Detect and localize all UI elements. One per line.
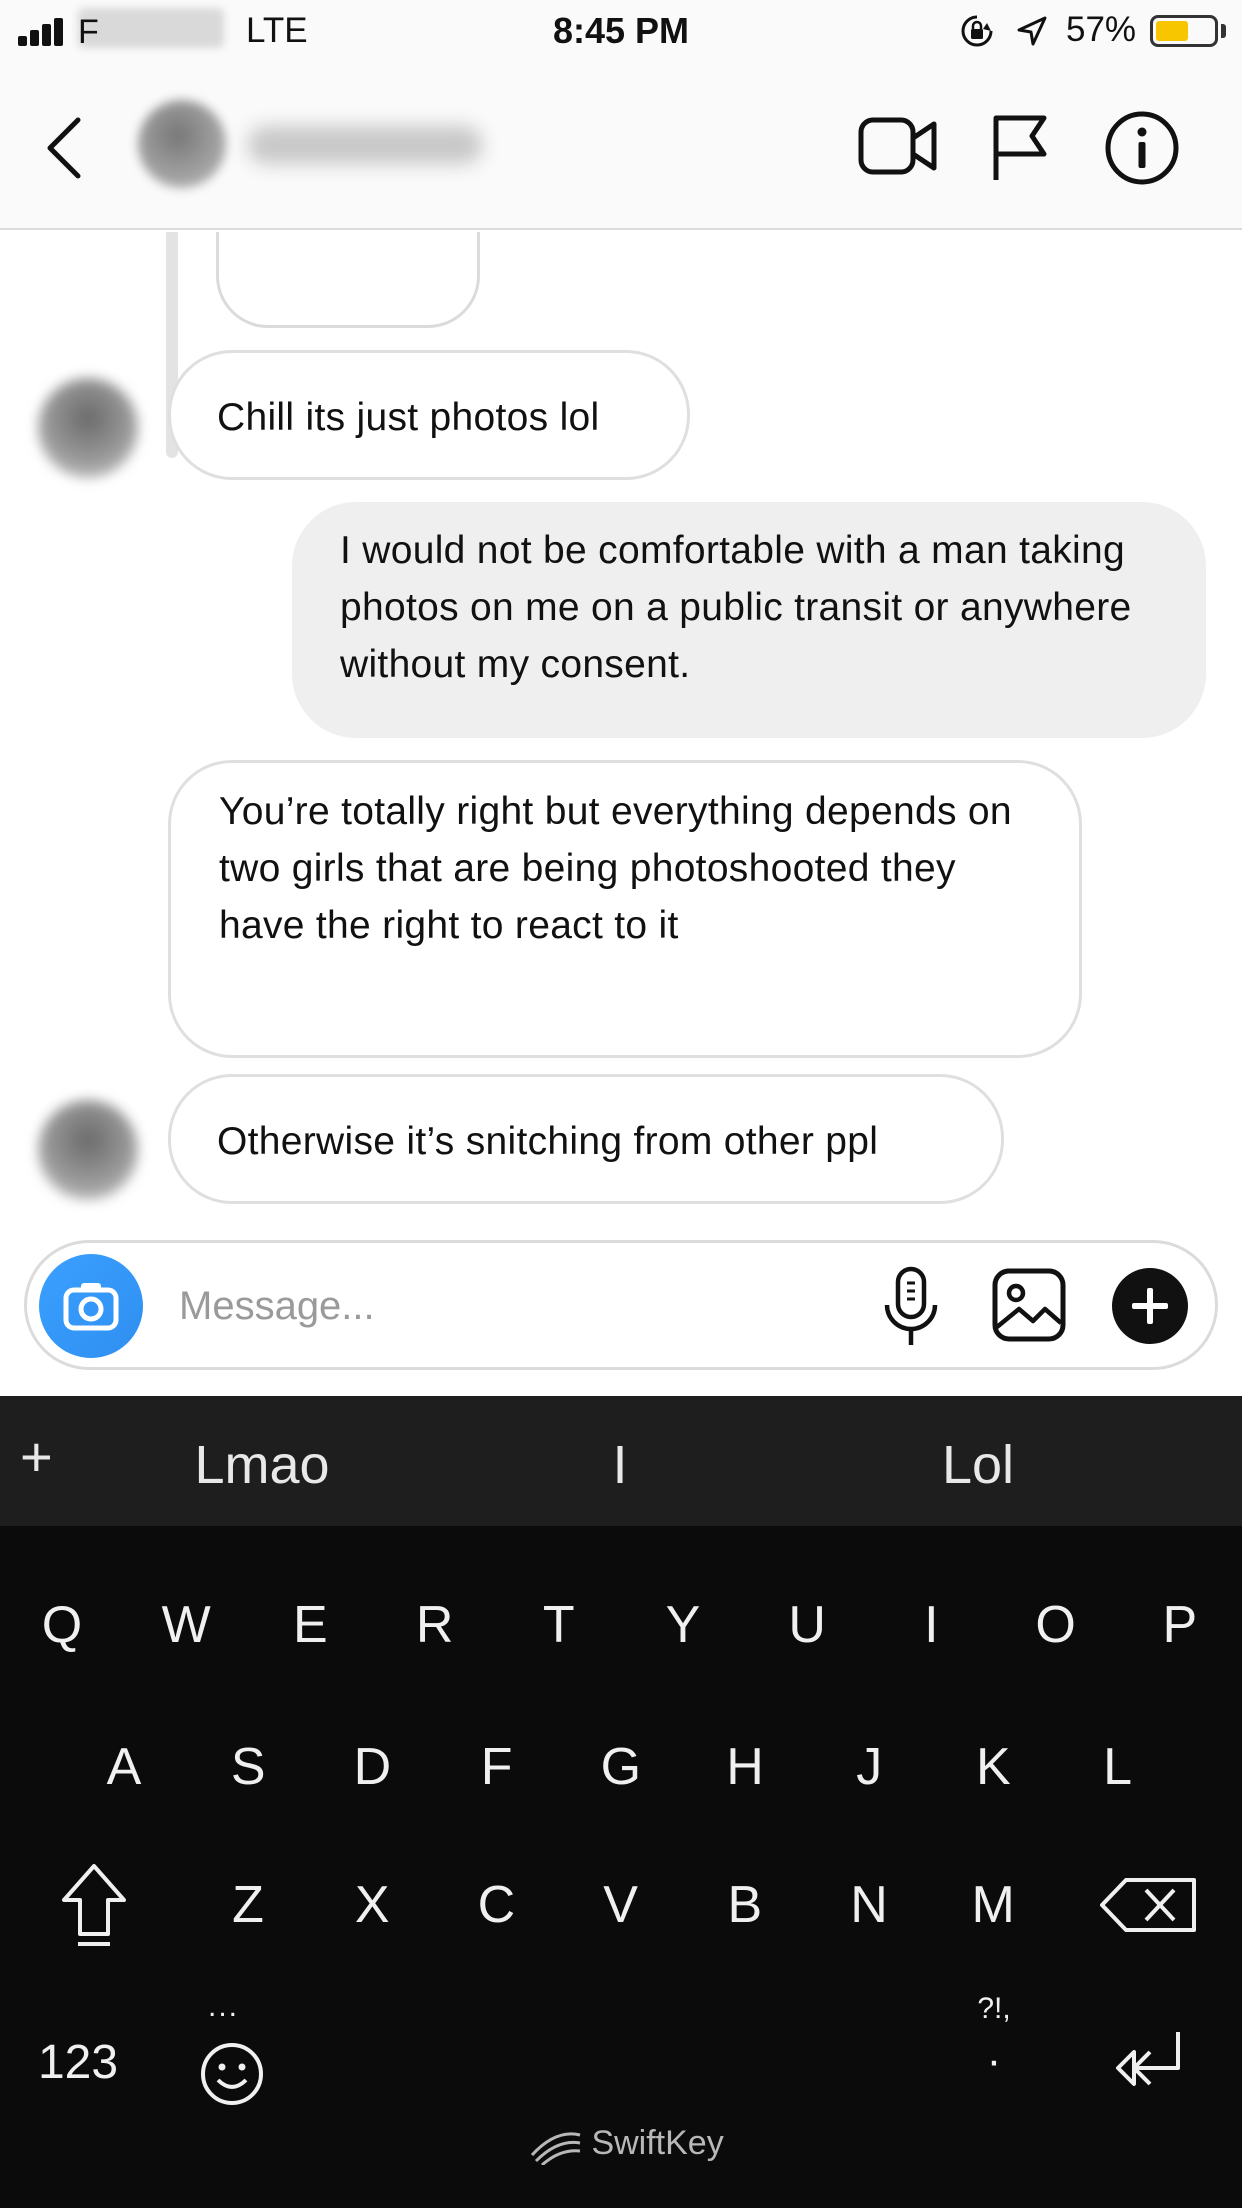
video-camera-icon[interactable] <box>858 114 938 178</box>
message-text: I would not be comfortable with a man ta… <box>340 529 1132 686</box>
status-bar: F LTE 8:45 PM 57% <box>0 0 1242 62</box>
swiftkey-logo: SwiftKey <box>530 2124 724 2167</box>
key-letter[interactable]: L <box>1056 1712 1180 1822</box>
microphone-icon[interactable] <box>881 1265 941 1349</box>
gallery-icon[interactable] <box>991 1267 1067 1343</box>
battery-level-fill <box>1156 21 1188 41</box>
key-letter[interactable]: R <box>373 1570 497 1680</box>
key-letter[interactable]: P <box>1118 1570 1242 1680</box>
key-letter[interactable]: X <box>310 1850 434 1960</box>
camera-icon <box>63 1283 119 1331</box>
key-letter[interactable]: M <box>931 1850 1055 1960</box>
return-icon[interactable] <box>1108 2022 1188 2102</box>
space-key[interactable] <box>380 2016 860 2116</box>
numbers-key[interactable]: 123 <box>18 2012 138 2112</box>
battery-icon <box>1150 15 1218 47</box>
key-letter[interactable]: H <box>683 1712 807 1822</box>
suggestion-left[interactable]: Lmao <box>112 1434 412 1496</box>
key-letter[interactable]: U <box>745 1570 869 1680</box>
suggestion-right[interactable]: Lol <box>828 1434 1128 1496</box>
message-text: Chill its just photos lol <box>217 396 600 439</box>
key-letter[interactable]: Y <box>621 1570 745 1680</box>
punctuation-hint: ?!, <box>977 1992 1011 2025</box>
message-bubble-incoming[interactable]: Chill its just photos lol <box>168 350 690 480</box>
sender-avatar[interactable] <box>38 1100 138 1200</box>
ellipsis-hint: ... <box>208 1990 240 2023</box>
sender-avatar[interactable] <box>38 378 138 478</box>
key-letter[interactable]: I <box>869 1570 993 1680</box>
key-letter[interactable]: J <box>807 1712 931 1822</box>
message-input[interactable] <box>179 1275 879 1337</box>
key-letter[interactable]: Q <box>0 1570 124 1680</box>
suggestion-center[interactable]: I <box>470 1434 770 1496</box>
key-grid: QWERTYUIOP ASDFGHJKL ZXCVBNM 123 ... Swi… <box>0 1526 1242 2208</box>
keyboard: + Lmao I Lol QWERTYUIOP ASDFGHJKL ZXCVBN… <box>0 1396 1242 2208</box>
contact-name-redacted[interactable] <box>248 126 482 164</box>
chevron-left-icon[interactable] <box>42 116 92 180</box>
key-letter[interactable]: K <box>931 1712 1055 1822</box>
message-bubble-outgoing[interactable]: I would not be comfortable with a man ta… <box>292 502 1206 738</box>
key-letter[interactable]: C <box>434 1850 558 1960</box>
toolbar-expand-icon[interactable]: + <box>20 1424 53 1489</box>
key-letter[interactable]: O <box>994 1570 1118 1680</box>
key-letter[interactable]: V <box>559 1850 683 1960</box>
message-composer <box>24 1240 1218 1370</box>
key-letter[interactable]: F <box>435 1712 559 1822</box>
battery-percent: 57% <box>1066 10 1137 49</box>
smiley-icon <box>201 2043 263 2105</box>
message-text: You’re totally right but everything depe… <box>219 790 1012 947</box>
shift-icon[interactable] <box>32 1850 156 1960</box>
shared-post-preview[interactable] <box>216 232 480 328</box>
key-letter[interactable]: W <box>124 1570 248 1680</box>
chat-header <box>0 62 1242 230</box>
period-glyph: · <box>986 2036 1002 2085</box>
plus-circle-icon[interactable] <box>1111 1267 1189 1345</box>
contact-avatar[interactable] <box>138 100 226 188</box>
suggestion-bar: + Lmao I Lol <box>0 1396 1242 1526</box>
brand-name: SwiftKey <box>591 2124 724 2162</box>
key-letter[interactable]: T <box>497 1570 621 1680</box>
message-bubble-incoming[interactable]: You’re totally right but everything depe… <box>168 760 1082 1058</box>
battery-tip <box>1221 24 1226 38</box>
key-letter[interactable]: G <box>559 1712 683 1822</box>
backspace-icon[interactable] <box>1086 1850 1210 1960</box>
key-letter[interactable]: D <box>310 1712 434 1822</box>
key-letter[interactable]: E <box>248 1570 372 1680</box>
message-text: Otherwise it’s snitching from other ppl <box>217 1120 879 1163</box>
rotation-lock-icon <box>961 15 993 47</box>
location-arrow-icon <box>1017 16 1047 46</box>
info-icon[interactable] <box>1104 110 1180 186</box>
swiftkey-swoosh-icon <box>530 2132 581 2167</box>
key-letter[interactable]: B <box>683 1850 807 1960</box>
flag-icon[interactable] <box>990 112 1048 182</box>
camera-button[interactable] <box>39 1254 143 1358</box>
clock: 8:45 PM <box>552 10 690 51</box>
key-letter[interactable]: S <box>186 1712 310 1822</box>
punctuation-key[interactable]: ?!, · <box>954 1992 1034 2102</box>
emoji-key[interactable]: ... <box>196 1990 268 2122</box>
key-letter[interactable]: Z <box>186 1850 310 1960</box>
key-letter[interactable]: A <box>62 1712 186 1822</box>
message-thread[interactable]: Chill its just photos lol I would not be… <box>0 232 1242 1232</box>
key-letter[interactable]: N <box>807 1850 931 1960</box>
message-bubble-incoming[interactable]: Otherwise it’s snitching from other ppl <box>168 1074 1004 1204</box>
